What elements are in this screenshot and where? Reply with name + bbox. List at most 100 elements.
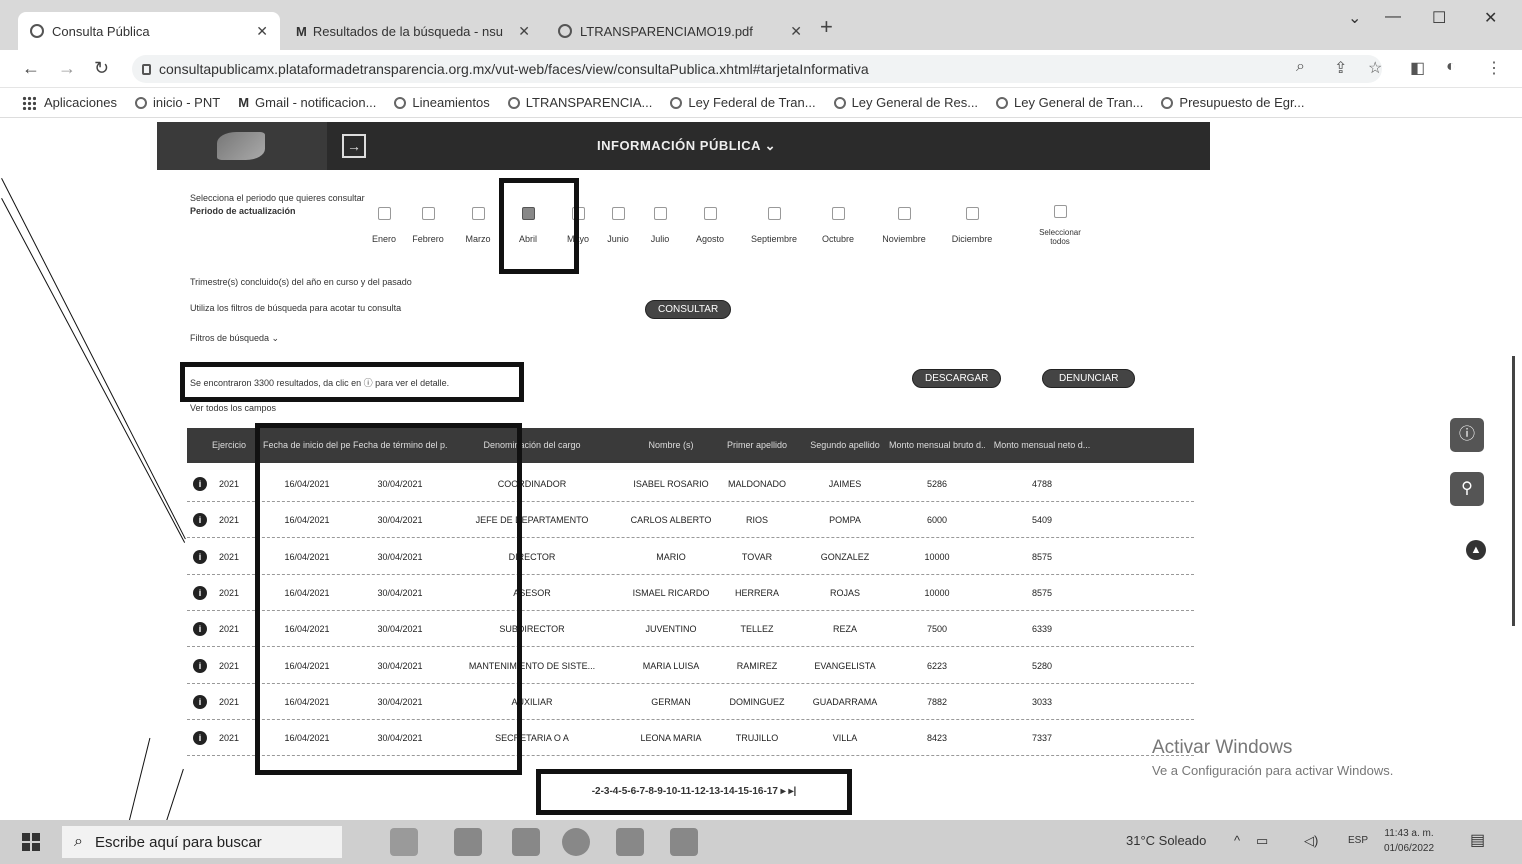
windows-start-icon[interactable] bbox=[22, 833, 40, 851]
filters-toggle[interactable]: Filtros de búsqueda ⌄ bbox=[190, 333, 279, 344]
month-option-noviembre[interactable]: Noviembre bbox=[874, 207, 934, 244]
menu-icon[interactable]: ⋮ bbox=[1486, 58, 1502, 78]
month-option-septiembre[interactable]: Septiembre bbox=[744, 207, 804, 244]
bookmark-ltransparencia[interactable]: LTRANSPARENCIA... bbox=[507, 95, 652, 110]
month-checkbox[interactable] bbox=[421, 207, 435, 220]
bookmark-ley-general-tran[interactable]: Ley General de Tran... bbox=[996, 95, 1143, 110]
close-icon[interactable]: ✕ bbox=[790, 23, 802, 40]
month-option-diciembre[interactable]: Diciembre bbox=[942, 207, 1002, 244]
new-tab-icon[interactable]: + bbox=[820, 14, 833, 40]
table-cell: RAMIREZ bbox=[736, 660, 778, 671]
month-checkbox[interactable] bbox=[703, 207, 717, 220]
bookmark-gmail[interactable]: M Gmail - notificacion... bbox=[238, 95, 376, 110]
weather-text[interactable]: 31°C Soleado bbox=[1126, 833, 1206, 848]
column-header[interactable]: Monto mensual bruto d... bbox=[889, 428, 985, 463]
tab-pdf[interactable]: LTRANSPARENCIAMO19.pdf ✕ bbox=[546, 12, 814, 50]
excel-icon[interactable] bbox=[616, 828, 644, 856]
column-header[interactable]: Ejercicio bbox=[205, 428, 253, 463]
month-checkbox[interactable] bbox=[653, 207, 667, 220]
taskbar-clock[interactable]: 11:43 a. m. 01/06/2022 bbox=[1384, 826, 1434, 856]
globe-icon bbox=[394, 96, 407, 109]
tray-chevron-icon[interactable]: ^ bbox=[1234, 833, 1240, 848]
month-checkbox[interactable] bbox=[767, 207, 781, 220]
bookmark-presupuesto[interactable]: Presupuesto de Egr... bbox=[1161, 95, 1304, 110]
portal-logo[interactable] bbox=[157, 122, 327, 170]
logo-icon bbox=[217, 132, 265, 160]
network-icon[interactable]: ▭ bbox=[1256, 833, 1268, 849]
tab-title: LTRANSPARENCIAMO19.pdf bbox=[580, 23, 753, 39]
volume-icon[interactable]: ◁) bbox=[1304, 833, 1318, 849]
close-window-icon[interactable]: ✕ bbox=[1484, 8, 1497, 28]
column-header[interactable]: Monto mensual neto d... bbox=[987, 428, 1097, 463]
url-text: consultapublicamx.plataformadetransparen… bbox=[159, 61, 869, 77]
star-icon[interactable]: ☆ bbox=[1368, 58, 1382, 78]
tab-resultados-busqueda[interactable]: M Resultados de la búsqueda - nsu ✕ bbox=[284, 12, 542, 50]
table-cell: JAIMES bbox=[828, 479, 862, 489]
table-cell: VILLA bbox=[832, 733, 858, 744]
scrollbar[interactable] bbox=[1512, 356, 1515, 626]
back-icon[interactable]: ← bbox=[22, 58, 40, 79]
share-icon[interactable]: ⇪ bbox=[1334, 58, 1347, 78]
consult-button[interactable]: CONSULTAR bbox=[645, 300, 732, 319]
table-cell: 5409 bbox=[1031, 515, 1053, 526]
close-icon[interactable]: ✕ bbox=[518, 23, 530, 40]
month-label: Diciembre bbox=[951, 234, 993, 244]
bookmark-lineamientos[interactable]: Lineamientos bbox=[394, 95, 490, 110]
select-all-option[interactable]: Seleccionar todos bbox=[1030, 205, 1090, 246]
scroll-top-icon[interactable]: ▲ bbox=[1466, 540, 1486, 560]
month-checkbox[interactable] bbox=[897, 207, 911, 220]
bookmark-inicio-pnt[interactable]: inicio - PNT bbox=[135, 95, 220, 110]
file-explorer-icon[interactable] bbox=[454, 828, 482, 856]
widget-icon[interactable] bbox=[390, 828, 418, 856]
report-button[interactable]: DENUNCIAR bbox=[1042, 369, 1136, 388]
bookmark-apps[interactable]: Aplicaciones bbox=[22, 95, 117, 110]
table-cell: ROJAS bbox=[829, 587, 860, 598]
url-input[interactable]: consultapublicamx.plataformadetransparen… bbox=[132, 55, 1382, 83]
see-all-fields-link[interactable]: Ver todos los campos bbox=[190, 403, 276, 413]
tab-search-icon[interactable]: ⌄ bbox=[1348, 8, 1361, 28]
download-button[interactable]: DESCARGAR bbox=[912, 369, 1002, 388]
info-side-icon[interactable]: ⓘ bbox=[1450, 418, 1484, 452]
table-cell: GERMAN bbox=[651, 696, 691, 707]
month-checkbox[interactable] bbox=[611, 207, 625, 220]
side-panel-icon[interactable]: ◧ bbox=[1410, 58, 1425, 78]
language-indicator[interactable]: ESP bbox=[1348, 835, 1368, 846]
column-header[interactable]: Segundo apellido bbox=[799, 428, 891, 463]
word-icon[interactable] bbox=[670, 828, 698, 856]
search-side-icon[interactable]: ⚲ bbox=[1450, 472, 1484, 506]
highlight-april bbox=[499, 178, 579, 274]
notifications-icon[interactable]: ▤ bbox=[1470, 830, 1485, 850]
table-cell: MARIA LUISA bbox=[642, 660, 700, 671]
table-cell: 3033 bbox=[1031, 696, 1053, 707]
maximize-icon[interactable]: ☐ bbox=[1432, 8, 1446, 28]
bookmark-ley-federal[interactable]: Ley Federal de Tran... bbox=[670, 95, 816, 110]
minimize-icon[interactable]: — bbox=[1385, 8, 1401, 26]
pnt-icon bbox=[135, 96, 147, 109]
column-header[interactable]: Nombre (s) bbox=[625, 428, 717, 463]
close-icon[interactable]: ✕ bbox=[256, 23, 268, 40]
login-icon[interactable]: → bbox=[342, 134, 366, 158]
column-header[interactable]: Primer apellido bbox=[717, 428, 797, 463]
info-publica-menu[interactable]: INFORMACIÓN PÚBLICA ⌄ bbox=[597, 138, 776, 154]
month-checkbox[interactable] bbox=[377, 207, 391, 220]
globe-icon bbox=[507, 96, 520, 109]
taskbar-search-input[interactable]: ⌕ Escribe aquí para buscar bbox=[62, 826, 342, 858]
month-option-agosto[interactable]: Agosto bbox=[680, 207, 740, 244]
month-option-octubre[interactable]: Octubre bbox=[808, 207, 868, 244]
chrome-icon[interactable] bbox=[562, 828, 590, 856]
select-all-checkbox[interactable] bbox=[1053, 205, 1067, 218]
tab-consulta-publica[interactable]: Consulta Pública ✕ bbox=[18, 12, 280, 50]
month-checkbox[interactable] bbox=[965, 207, 979, 220]
period-prompt: Selecciona el periodo que quieres consul… bbox=[190, 193, 365, 203]
forward-icon[interactable]: → bbox=[58, 58, 76, 79]
profile-icon[interactable]: ◐ bbox=[1446, 58, 1456, 76]
edge-icon[interactable] bbox=[512, 828, 540, 856]
zoom-icon[interactable]: ⌕ bbox=[1296, 58, 1305, 76]
bookmark-ley-general-res[interactable]: Ley General de Res... bbox=[833, 95, 978, 110]
lock-icon bbox=[142, 63, 151, 75]
month-checkbox[interactable] bbox=[831, 207, 845, 220]
reload-icon[interactable]: ↻ bbox=[94, 58, 109, 79]
pen-stroke bbox=[1, 178, 186, 540]
pagination[interactable]: -2-3-4-5-6-7-8-9-10-11-12-13-14-15-16-17… bbox=[536, 769, 852, 815]
month-checkbox[interactable] bbox=[471, 207, 485, 220]
